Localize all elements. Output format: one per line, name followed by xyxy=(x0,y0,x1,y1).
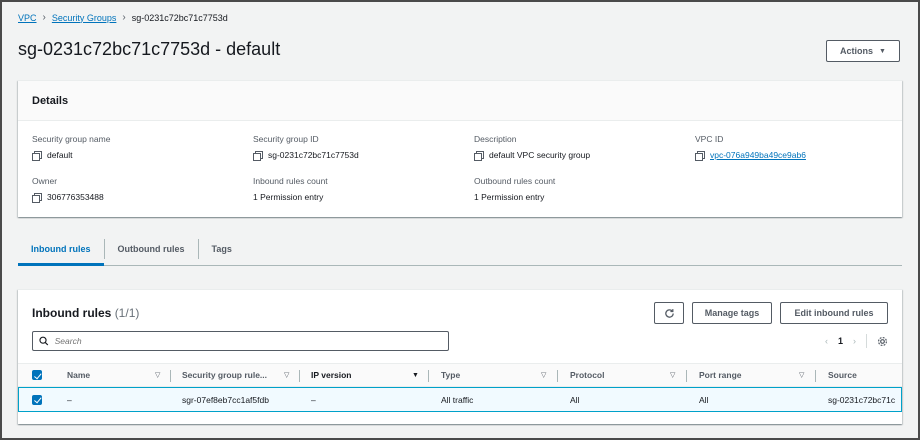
chevron-left-icon[interactable]: ‹ xyxy=(825,336,828,346)
column-header-rule-id[interactable]: Security group rule... xyxy=(182,364,267,386)
inbound-rules-panel: Inbound rules (1/1) Manage tags Edit inb… xyxy=(18,289,902,424)
actions-button[interactable]: Actions ▼ xyxy=(826,40,900,62)
field-label: Description xyxy=(474,134,517,144)
vpc-id-link[interactable]: vpc-076a949ba49ce9ab6 xyxy=(710,150,806,160)
field-description: Description default VPC security group xyxy=(474,134,591,161)
field-inbound-count: Inbound rules count 1 Permission entry xyxy=(253,176,328,202)
cell-port-range: All xyxy=(699,394,709,405)
column-header-protocol[interactable]: Protocol xyxy=(570,364,604,386)
copy-icon[interactable] xyxy=(253,150,263,161)
sort-icon[interactable]: ▽ xyxy=(799,364,804,386)
field-value: 306776353488 xyxy=(32,192,104,203)
cell-name: – xyxy=(67,394,72,405)
checkbox xyxy=(32,370,42,380)
refresh-icon xyxy=(664,308,674,318)
tab-inbound-rules[interactable]: Inbound rules xyxy=(18,233,104,266)
inbound-rules-title: Inbound rules xyxy=(32,306,112,320)
field-value: vpc-076a949ba49ce9ab6 xyxy=(695,150,806,161)
field-label: Security group name xyxy=(32,134,111,144)
breadcrumb-link-vpc[interactable]: VPC xyxy=(18,13,37,23)
column-header-type[interactable]: Type xyxy=(441,364,460,386)
column-divider[interactable] xyxy=(686,370,687,382)
chevron-right-icon: › xyxy=(122,12,126,23)
column-divider[interactable] xyxy=(428,370,429,382)
field-vpc-id: VPC ID vpc-076a949ba49ce9ab6 xyxy=(695,134,806,161)
field-value: default VPC security group xyxy=(474,150,591,161)
field-label: VPC ID xyxy=(695,134,724,144)
table-header: Name ▽ Security group rule... ▽ IP versi… xyxy=(18,363,902,387)
cell-ip-version: – xyxy=(311,394,316,405)
breadcrumb-current: sg-0231c72bc71c7753d xyxy=(131,12,228,23)
copy-icon[interactable] xyxy=(695,150,705,161)
copy-icon[interactable] xyxy=(32,150,42,161)
edit-inbound-rules-button[interactable]: Edit inbound rules xyxy=(780,302,888,324)
field-outbound-count: Outbound rules count 1 Permission entry xyxy=(474,176,555,202)
sort-icon[interactable]: ▽ xyxy=(541,364,546,386)
field-value: sg-0231c72bc71c7753d xyxy=(253,150,359,161)
caret-down-icon: ▼ xyxy=(879,47,886,55)
search-field[interactable] xyxy=(32,331,449,351)
column-header-name[interactable]: Name xyxy=(67,364,90,386)
cell-rule-id: sgr-07ef8eb7cc1af5fdb xyxy=(182,394,269,405)
details-header: Details xyxy=(18,81,902,121)
details-heading: Details xyxy=(32,94,69,107)
field-label: Outbound rules count xyxy=(474,176,556,186)
tab-outbound-rules[interactable]: Outbound rules xyxy=(105,233,198,265)
cell-protocol: All xyxy=(570,394,580,405)
column-divider[interactable] xyxy=(299,370,300,382)
field-label: Owner xyxy=(32,176,58,186)
sg-id-value: sg-0231c72bc71c7753d xyxy=(268,150,359,160)
column-divider[interactable] xyxy=(170,370,171,382)
search-input[interactable] xyxy=(54,336,442,346)
inbound-count-value: 1 Permission entry xyxy=(253,192,324,202)
sort-descending-icon[interactable]: ▼ xyxy=(412,364,419,386)
outbound-count-value: 1 Permission entry xyxy=(474,192,545,202)
pagination: ‹ 1 › xyxy=(825,334,888,348)
column-header-ip-version[interactable]: IP version xyxy=(311,364,351,386)
refresh-button[interactable] xyxy=(654,302,684,324)
description-value: default VPC security group xyxy=(489,150,591,160)
sort-icon[interactable]: ▽ xyxy=(284,364,289,386)
actions-button-label: Actions xyxy=(840,46,874,56)
sg-name-value: default xyxy=(47,150,73,160)
row-checkbox[interactable] xyxy=(32,388,42,411)
copy-icon[interactable] xyxy=(474,150,484,161)
field-label: Security group ID xyxy=(253,134,319,144)
column-header-port-range[interactable]: Port range xyxy=(699,364,742,386)
inbound-rules-count: (1/1) xyxy=(114,306,140,320)
settings-gear-icon[interactable] xyxy=(877,336,888,347)
cell-source: sg-0231c72bc71c xyxy=(828,394,896,405)
details-panel: Details Security group name default Secu… xyxy=(18,80,902,217)
column-divider[interactable] xyxy=(815,370,816,382)
breadcrumb: VPC › Security Groups › sg-0231c72bc71c7… xyxy=(18,12,228,23)
table-row[interactable]: – sgr-07ef8eb7cc1af5fdb – All traffic Al… xyxy=(18,387,902,412)
page-title: sg-0231c72bc71c7753d - default xyxy=(18,39,281,59)
inbound-actions: Manage tags Edit inbound rules xyxy=(654,302,888,324)
field-sg-id: Security group ID sg-0231c72bc71c7753d xyxy=(253,134,359,161)
page-number[interactable]: 1 xyxy=(838,336,843,346)
copy-icon[interactable] xyxy=(32,192,42,203)
tab-tags[interactable]: Tags xyxy=(199,233,245,265)
field-sg-name: Security group name default xyxy=(32,134,111,161)
checkbox xyxy=(32,394,42,405)
search-icon xyxy=(39,336,49,346)
field-owner: Owner 306776353488 xyxy=(32,176,104,203)
tab-bar: Inbound rules Outbound rules Tags xyxy=(18,233,902,266)
field-label: Inbound rules count xyxy=(253,176,328,186)
app-frame: VPC › Security Groups › sg-0231c72bc71c7… xyxy=(0,0,920,440)
manage-tags-button[interactable]: Manage tags xyxy=(692,302,772,324)
cell-type: All traffic xyxy=(441,394,474,405)
column-divider[interactable] xyxy=(557,370,558,382)
select-all-checkbox[interactable] xyxy=(32,364,42,386)
pager-divider xyxy=(866,334,867,348)
field-value: default xyxy=(32,150,110,161)
breadcrumb-link-security-groups[interactable]: Security Groups xyxy=(52,13,117,23)
chevron-right-icon[interactable]: › xyxy=(853,336,856,346)
chevron-right-icon: › xyxy=(42,12,46,23)
inbound-rules-heading: Inbound rules (1/1) xyxy=(32,306,139,320)
sort-icon[interactable]: ▽ xyxy=(670,364,675,386)
owner-value: 306776353488 xyxy=(47,192,104,202)
column-header-source[interactable]: Source xyxy=(828,364,857,386)
sort-icon[interactable]: ▽ xyxy=(155,364,160,386)
